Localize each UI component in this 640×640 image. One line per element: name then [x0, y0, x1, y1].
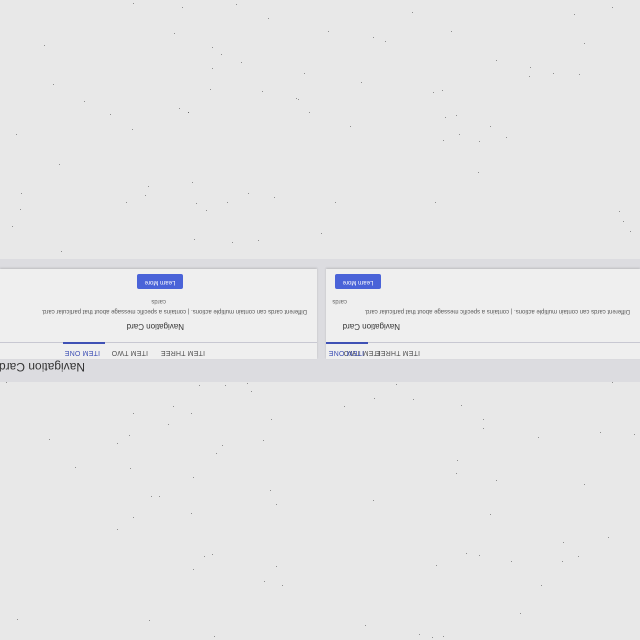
card-tabs: ITEM THREE ITEM TWO ITEM ONE	[326, 342, 640, 359]
page: Navigation Cards ITEM THREE ITEM TWO ITE…	[0, 0, 640, 640]
card-title: Navigation Card	[126, 322, 184, 331]
tab-item-three[interactable]: ITEM THREE	[161, 349, 205, 356]
active-tab-indicator	[326, 342, 368, 344]
card-text: Different cards can contain multiple act…	[364, 308, 630, 314]
active-tab-indicator	[63, 342, 105, 344]
tab-item-three[interactable]: ITEM THREE	[376, 349, 420, 356]
card-title: Navigation Card	[342, 322, 400, 331]
card-text: Different cards can contain multiple act…	[41, 308, 307, 314]
navigation-cards-section: Navigation Cards ITEM THREE ITEM TWO ITE…	[0, 259, 640, 382]
navigation-card-1: ITEM THREE ITEM TWO ITEM ONE Navigation …	[326, 269, 640, 359]
card-tabs: ITEM THREE ITEM TWO ITEM ONE	[0, 342, 317, 359]
card-label: cards	[332, 298, 347, 304]
card-label: cards	[151, 298, 166, 304]
tab-item-one[interactable]: ITEM ONE	[65, 349, 100, 356]
tab-item-two[interactable]: ITEM TWO	[112, 349, 148, 356]
learn-more-button[interactable]: Learn More	[137, 274, 183, 289]
section-title: Navigation Cards	[0, 360, 85, 374]
tab-item-one[interactable]: ITEM ONE	[329, 349, 364, 356]
learn-more-button[interactable]: Learn More	[335, 274, 381, 289]
navigation-card-2: ITEM THREE ITEM TWO ITEM ONE Navigation …	[0, 269, 317, 359]
